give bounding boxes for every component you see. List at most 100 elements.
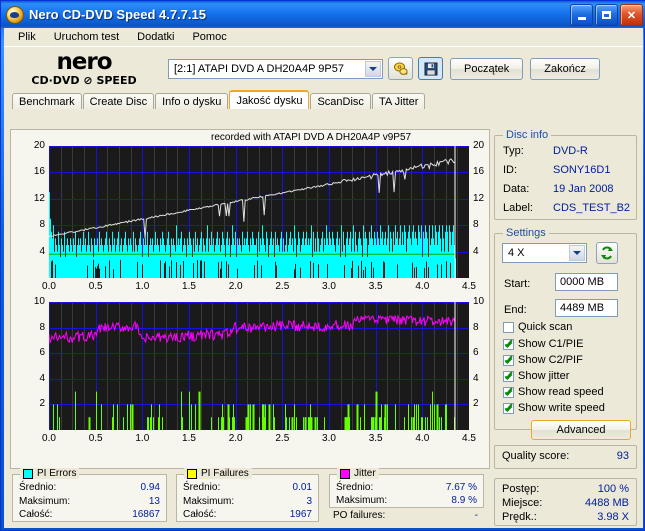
chart2-xtick-0.5: 0.5 <box>88 433 103 444</box>
app-icon <box>6 5 24 24</box>
pie-chart-plot[interactable] <box>49 146 469 278</box>
app-window: Nero CD-DVD Speed 4.7.7.15 ✕ Plik Urucho… <box>0 0 645 531</box>
settings-group: Settings 4 X Start: 0000 MB End: 4489 MB… <box>494 227 637 440</box>
menu-uruchom-test[interactable]: Uruchom test <box>46 29 127 45</box>
checkbox-show-c2-pif[interactable]: Show C2/PIF <box>503 354 583 366</box>
tab-benchmark[interactable]: Benchmark <box>12 93 82 109</box>
pi-errors-avg-key: Średnio: <box>19 482 57 493</box>
table-row: Maksimum: 3 <box>183 496 312 507</box>
close-button[interactable]: ✕ <box>620 4 643 26</box>
checkbox-label: Quick scan <box>518 321 573 333</box>
chart1-ytick-20: 20 <box>33 140 45 151</box>
chart2-y2tick-4: 4 <box>473 372 479 384</box>
pi-failures-total-key: Całość: <box>183 509 217 520</box>
minimize-button[interactable] <box>570 4 593 26</box>
table-row: Całość: 16867 <box>19 509 160 520</box>
predkosc-key: Prędk.: <box>502 511 537 523</box>
checkbox-box[interactable] <box>503 370 514 382</box>
speed-select-value: 4 X <box>508 247 525 259</box>
table-row: Średnio: 0.01 <box>183 482 312 493</box>
speed-select[interactable]: 4 X <box>502 243 587 263</box>
tab-jakosc-dysku[interactable]: Jakość dysku <box>229 90 310 109</box>
nero-logo: nero CD·DVD ⊘ SPEED <box>4 49 164 89</box>
checkbox-box[interactable] <box>503 354 514 366</box>
pi-failures-max-value: 3 <box>306 496 312 507</box>
disc-info-group: Disc info Typ: DVD-R ID: SONY16D1 Data: … <box>494 129 637 220</box>
menu-pomoc[interactable]: Pomoc <box>184 29 234 45</box>
checkbox-show-jitter[interactable]: Show jitter <box>503 370 569 382</box>
eject-button[interactable] <box>388 57 413 80</box>
chart1-xtick-0.0: 0.0 <box>42 281 56 292</box>
chart2-xtick-4.5: 4.5 <box>462 433 476 444</box>
checkbox-quick-scan[interactable]: Quick scan <box>503 321 572 333</box>
chart1-xtick-1.0: 1.0 <box>135 281 150 292</box>
chart1-y2tick-4: 4 <box>473 245 479 257</box>
end-field-value: 4489 MB <box>560 302 605 314</box>
disc-label-value: CDS_TEST_B2 <box>553 202 631 214</box>
checkbox-box[interactable] <box>503 386 514 398</box>
start-field[interactable]: 0000 MB <box>555 273 618 291</box>
postep-key: Postęp: <box>502 483 540 495</box>
pi-errors-max-value: 13 <box>148 496 160 507</box>
table-row: Maksimum: 13 <box>19 496 160 507</box>
toolbar: nero CD·DVD ⊘ SPEED [2:1] ATAPI DVD A DH… <box>4 46 643 90</box>
start-button[interactable]: Początek <box>450 57 524 80</box>
chart1-y2tick-8: 8 <box>473 219 479 231</box>
pi-errors-box: PI Errors Średnio: 0.94 Maksimum: 13 Cał… <box>12 468 167 522</box>
postep-value: 100 % <box>597 483 629 495</box>
chart1-xtick-2.0: 2.0 <box>228 281 243 292</box>
advanced-button[interactable]: Advanced <box>531 420 631 440</box>
menu-dodatki[interactable]: Dodatki <box>129 29 182 45</box>
drive-select[interactable]: [2:1] ATAPI DVD A DH20A4P 9P57 <box>168 58 383 79</box>
pi-failures-avg-value: 0.01 <box>292 482 312 493</box>
pi-errors-max-key: Maksimum: <box>19 496 71 507</box>
quality-score-row: Quality score: 93 <box>502 450 629 462</box>
tab-info-o-dysku[interactable]: Info o dysku <box>155 93 229 109</box>
checkbox-show-write-speed[interactable]: Show write speed <box>503 402 605 414</box>
menu-plik[interactable]: Plik <box>10 29 44 45</box>
table-row: Średnio: 0.94 <box>19 482 160 493</box>
title-bar: Nero CD-DVD Speed 4.7.7.15 ✕ <box>1 1 645 28</box>
chevron-down-icon[interactable] <box>365 60 381 77</box>
checkbox-box[interactable] <box>503 402 514 414</box>
tab-scandisc[interactable]: ScanDisc <box>310 93 371 109</box>
tab-ta-jitter[interactable]: TA Jitter <box>371 93 426 109</box>
drive-select-value: [2:1] ATAPI DVD A DH20A4P 9P57 <box>174 62 344 75</box>
logo-nero-text: nero <box>56 49 112 75</box>
table-row: Postęp: 100 % <box>502 483 629 495</box>
pi-failures-box: PI Failures Średnio: 0.01 Maksimum: 3 Ca… <box>176 468 319 522</box>
chart2-ytick-6: 6 <box>39 347 45 359</box>
chart1-xtick-3.0: 3.0 <box>322 281 336 292</box>
checkbox-label: Show C1/PIE <box>518 338 584 350</box>
disc-data-value: 19 Jan 2008 <box>553 183 614 195</box>
maximize-button[interactable] <box>595 4 618 26</box>
refresh-button[interactable] <box>596 242 618 264</box>
exit-button[interactable]: Zakończ <box>530 57 600 80</box>
chart2-ytick-10: 10 <box>33 296 45 307</box>
po-failures-key: PO failures: <box>333 510 386 521</box>
end-field[interactable]: 4489 MB <box>555 299 618 317</box>
chart2-xtick-4.0: 4.0 <box>415 433 430 444</box>
disc-typ-key: Typ: <box>503 145 524 157</box>
pi-failures-max-key: Maksimum: <box>183 496 235 507</box>
chart1-ytick-16: 16 <box>33 166 45 178</box>
checkbox-show-c1-pie[interactable]: Show C1/PIE <box>503 338 583 350</box>
checkbox-box[interactable] <box>503 338 514 350</box>
disc-id-value: SONY16D1 <box>553 164 611 176</box>
pif-jitter-chart-plot[interactable] <box>49 302 469 430</box>
miejsce-value: 4488 MB <box>584 497 629 509</box>
disc-label-key: Label: <box>503 202 533 214</box>
tab-create-disc[interactable]: Create Disc <box>82 93 155 109</box>
save-button[interactable] <box>418 57 443 80</box>
eject-disc-icon <box>393 62 408 75</box>
checkbox-show-read-speed[interactable]: Show read speed <box>503 386 604 398</box>
chart1-ytick-12: 12 <box>33 192 45 204</box>
checkbox-box[interactable] <box>503 321 514 333</box>
charts-panel: recorded with ATAPI DVD A DH20A4P v9P57 … <box>10 129 490 469</box>
jitter-max-key: Maksimum: <box>336 495 388 506</box>
chart2-ytick-8: 8 <box>39 321 45 333</box>
chart1-y2tick-16: 16 <box>473 166 485 178</box>
po-failures-value: - <box>474 510 478 521</box>
chevron-down-icon[interactable] <box>569 245 585 261</box>
checkbox-label: Show C2/PIF <box>518 354 583 366</box>
